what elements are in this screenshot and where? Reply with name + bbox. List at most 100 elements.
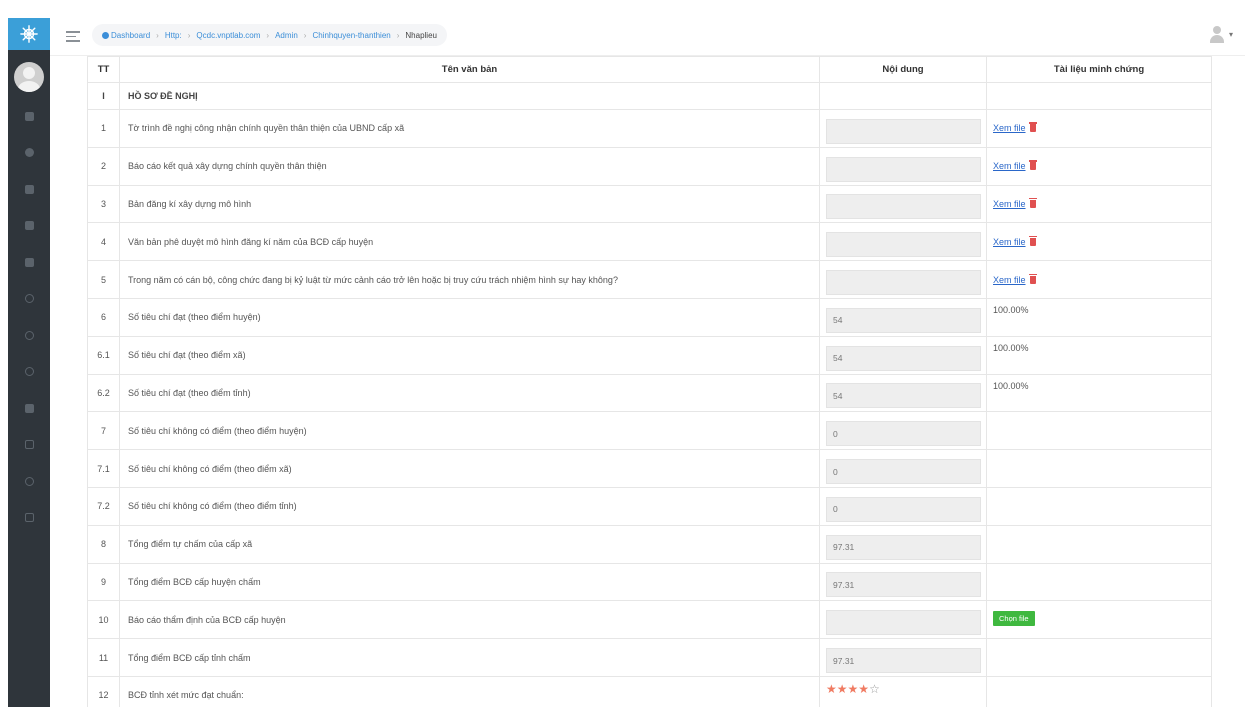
row-number: 7 [87,411,120,451]
breadcrumb-separator-icon: › [156,30,159,40]
value-input[interactable] [826,118,981,144]
row-name: BCĐ tỉnh xét mức đạt chuẩn: [119,675,820,707]
sidebar-item-book-3[interactable] [8,244,50,281]
value-input[interactable]: 54 [826,383,981,409]
value-input[interactable] [826,610,981,636]
row-number: 4 [87,222,120,262]
breadcrumb-dashboard[interactable]: Dashboard [111,31,150,40]
sidebar-nav [8,98,50,536]
sidebar-item-book-2[interactable] [8,208,50,245]
trash-icon[interactable] [1028,122,1037,133]
sidebar-item-document[interactable] [8,500,50,537]
value-cell [819,146,987,186]
trash-icon[interactable] [1028,160,1037,171]
table-row: 12 BCĐ tỉnh xét mức đạt chuẩn: ★★★★☆ [87,675,1212,707]
value-cell: 54 [819,297,987,337]
doc-cell: Xem file [986,222,1212,262]
table-row: 7.1 Số tiêu chí không có điểm (theo điểm… [87,449,1212,488]
sidebar-item-user[interactable] [8,98,50,135]
view-file-link[interactable]: Xem file [993,237,1026,247]
percent-value: 100.00% [993,380,1029,391]
view-file-link[interactable]: Xem file [993,199,1026,209]
book-icon [24,184,34,194]
value-input[interactable] [826,156,981,182]
sidebar-avatar[interactable] [14,62,44,92]
breadcrumb-domain[interactable]: Qcdc.vnptlab.com [196,31,260,40]
row-number: 6.1 [87,335,120,375]
row-name: Số tiêu chí đạt (theo điểm xã) [119,335,820,375]
value-input[interactable]: 54 [826,307,981,333]
value-input[interactable] [826,232,981,258]
row-number: 7.1 [87,449,120,488]
doc-cell: Xem file [986,146,1212,186]
sidebar-item-briefcase[interactable] [8,390,50,427]
sidebar-item-dashboard-3[interactable] [8,354,50,391]
value-cell: 0 [819,449,987,488]
trash-icon[interactable] [1028,273,1037,284]
star-filled-icon[interactable]: ★ [848,682,859,696]
home-icon [102,31,109,39]
trash-icon[interactable] [1028,235,1037,246]
value-cell: 0 [819,486,987,526]
view-file-link[interactable]: Xem file [993,275,1026,285]
user-menu[interactable]: ▾ [1209,25,1233,43]
topbar: Dashboard › Http: › Qcdc.vnptlab.com › A… [50,18,1245,56]
value-input[interactable] [826,270,981,296]
hamburger-icon[interactable] [66,31,80,45]
value-input[interactable]: 97.31 [826,534,981,560]
value-cell: 54 [819,335,987,375]
save-icon [24,440,34,450]
star-rating[interactable]: ★★★★☆ [826,682,980,696]
value-input[interactable]: 97.31 [826,648,981,674]
trash-icon[interactable] [1028,197,1037,208]
doc-cell [986,562,1212,602]
row-number: 5 [87,260,120,299]
doc-cell: Xem file [986,184,1212,224]
row-number: 12 [87,675,120,707]
value-input[interactable]: 97.31 [826,572,981,598]
star-filled-icon[interactable]: ★ [858,682,869,696]
section-row: I HỒ SƠ ĐỀ NGHỊ [87,82,1212,110]
breadcrumb-http[interactable]: Http: [165,31,182,40]
sidebar-item-settings[interactable] [8,135,50,172]
view-file-link[interactable]: Xem file [993,123,1026,133]
sidebar-item-dashboard-1[interactable] [8,281,50,318]
star-filled-icon[interactable]: ★ [826,682,837,696]
ship-wheel-icon [20,25,38,43]
row-number: 6.2 [87,373,120,413]
value-input[interactable] [826,194,981,220]
value-cell: 0 [819,411,987,451]
value-cell: 97.31 [819,562,987,602]
row-number: 7.2 [87,486,120,526]
choose-file-button[interactable]: Chọn file [993,611,1035,627]
star-empty-icon[interactable]: ☆ [869,682,880,696]
book-icon [24,221,34,231]
breadcrumb-separator-icon: › [396,30,400,40]
doc-cell [986,411,1212,451]
breadcrumb-module[interactable]: Chinhquyen-thanthien [312,31,390,40]
sidebar-item-book-1[interactable] [8,171,50,208]
view-file-link[interactable]: Xem file [993,161,1026,171]
value-input[interactable]: 0 [826,421,981,447]
value-input[interactable]: 54 [826,345,981,371]
sidebar-item-dashboard-2[interactable] [8,317,50,354]
star-filled-icon[interactable]: ★ [837,682,848,696]
row-name: Số tiêu chí đạt (theo điểm huyện) [119,297,820,337]
row-name: Số tiêu chí không có điểm (theo điểm xã) [119,449,820,488]
table-row: 6.1 Số tiêu chí đạt (theo điểm xã) 54 10… [87,335,1212,375]
value-cell: ★★★★☆ [819,675,987,707]
row-number: 1 [87,109,120,148]
doc-cell: 100.00% [986,373,1212,413]
sidebar-item-search[interactable] [8,463,50,500]
breadcrumb-admin[interactable]: Admin [275,31,298,40]
row-name: Tổng điểm tự chấm của cấp xã [119,524,820,564]
value-input[interactable]: 0 [826,496,981,522]
logo[interactable] [8,18,50,50]
table-row: 6.2 Số tiêu chí đạt (theo điểm tỉnh) 54 … [87,373,1212,413]
sidebar-item-save[interactable] [8,427,50,464]
value-input[interactable]: 0 [826,459,981,485]
app: Dashboard › Http: › Qcdc.vnptlab.com › A… [0,0,1245,707]
row-name: Số tiêu chí đạt (theo điểm tỉnh) [119,373,820,413]
dashboard-icon [24,367,34,377]
doc-cell: 100.00% [986,335,1212,375]
